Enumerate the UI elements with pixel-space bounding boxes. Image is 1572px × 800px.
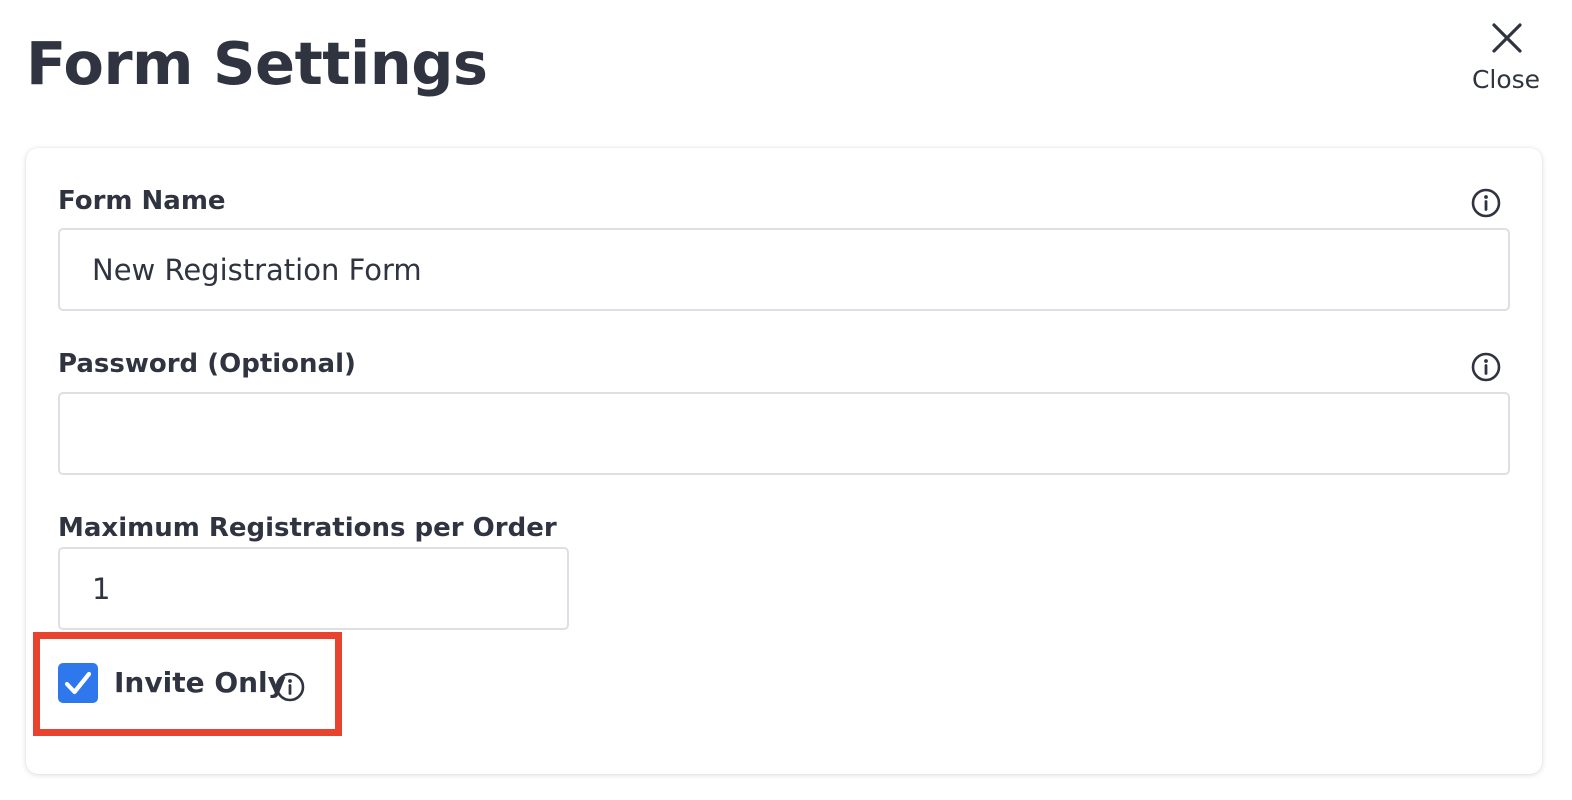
form-name-input[interactable]	[58, 228, 1510, 311]
close-button[interactable]: Close	[1460, 16, 1552, 102]
close-label: Close	[1471, 65, 1541, 94]
password-label: Password (Optional)	[58, 349, 356, 379]
info-icon[interactable]	[274, 671, 306, 703]
max-registrations-label: Maximum Registrations per Order	[58, 513, 557, 543]
page-title: Form Settings	[26, 29, 488, 98]
checkmark-icon	[64, 671, 92, 695]
invite-only-checkbox[interactable]	[58, 663, 98, 703]
max-registrations-input[interactable]	[58, 547, 569, 630]
info-icon[interactable]	[1470, 187, 1502, 219]
form-name-label: Form Name	[58, 186, 226, 216]
close-icon	[1492, 23, 1522, 53]
info-icon[interactable]	[1470, 351, 1502, 383]
invite-only-label[interactable]: Invite Only	[114, 666, 286, 700]
password-input[interactable]	[58, 392, 1510, 475]
